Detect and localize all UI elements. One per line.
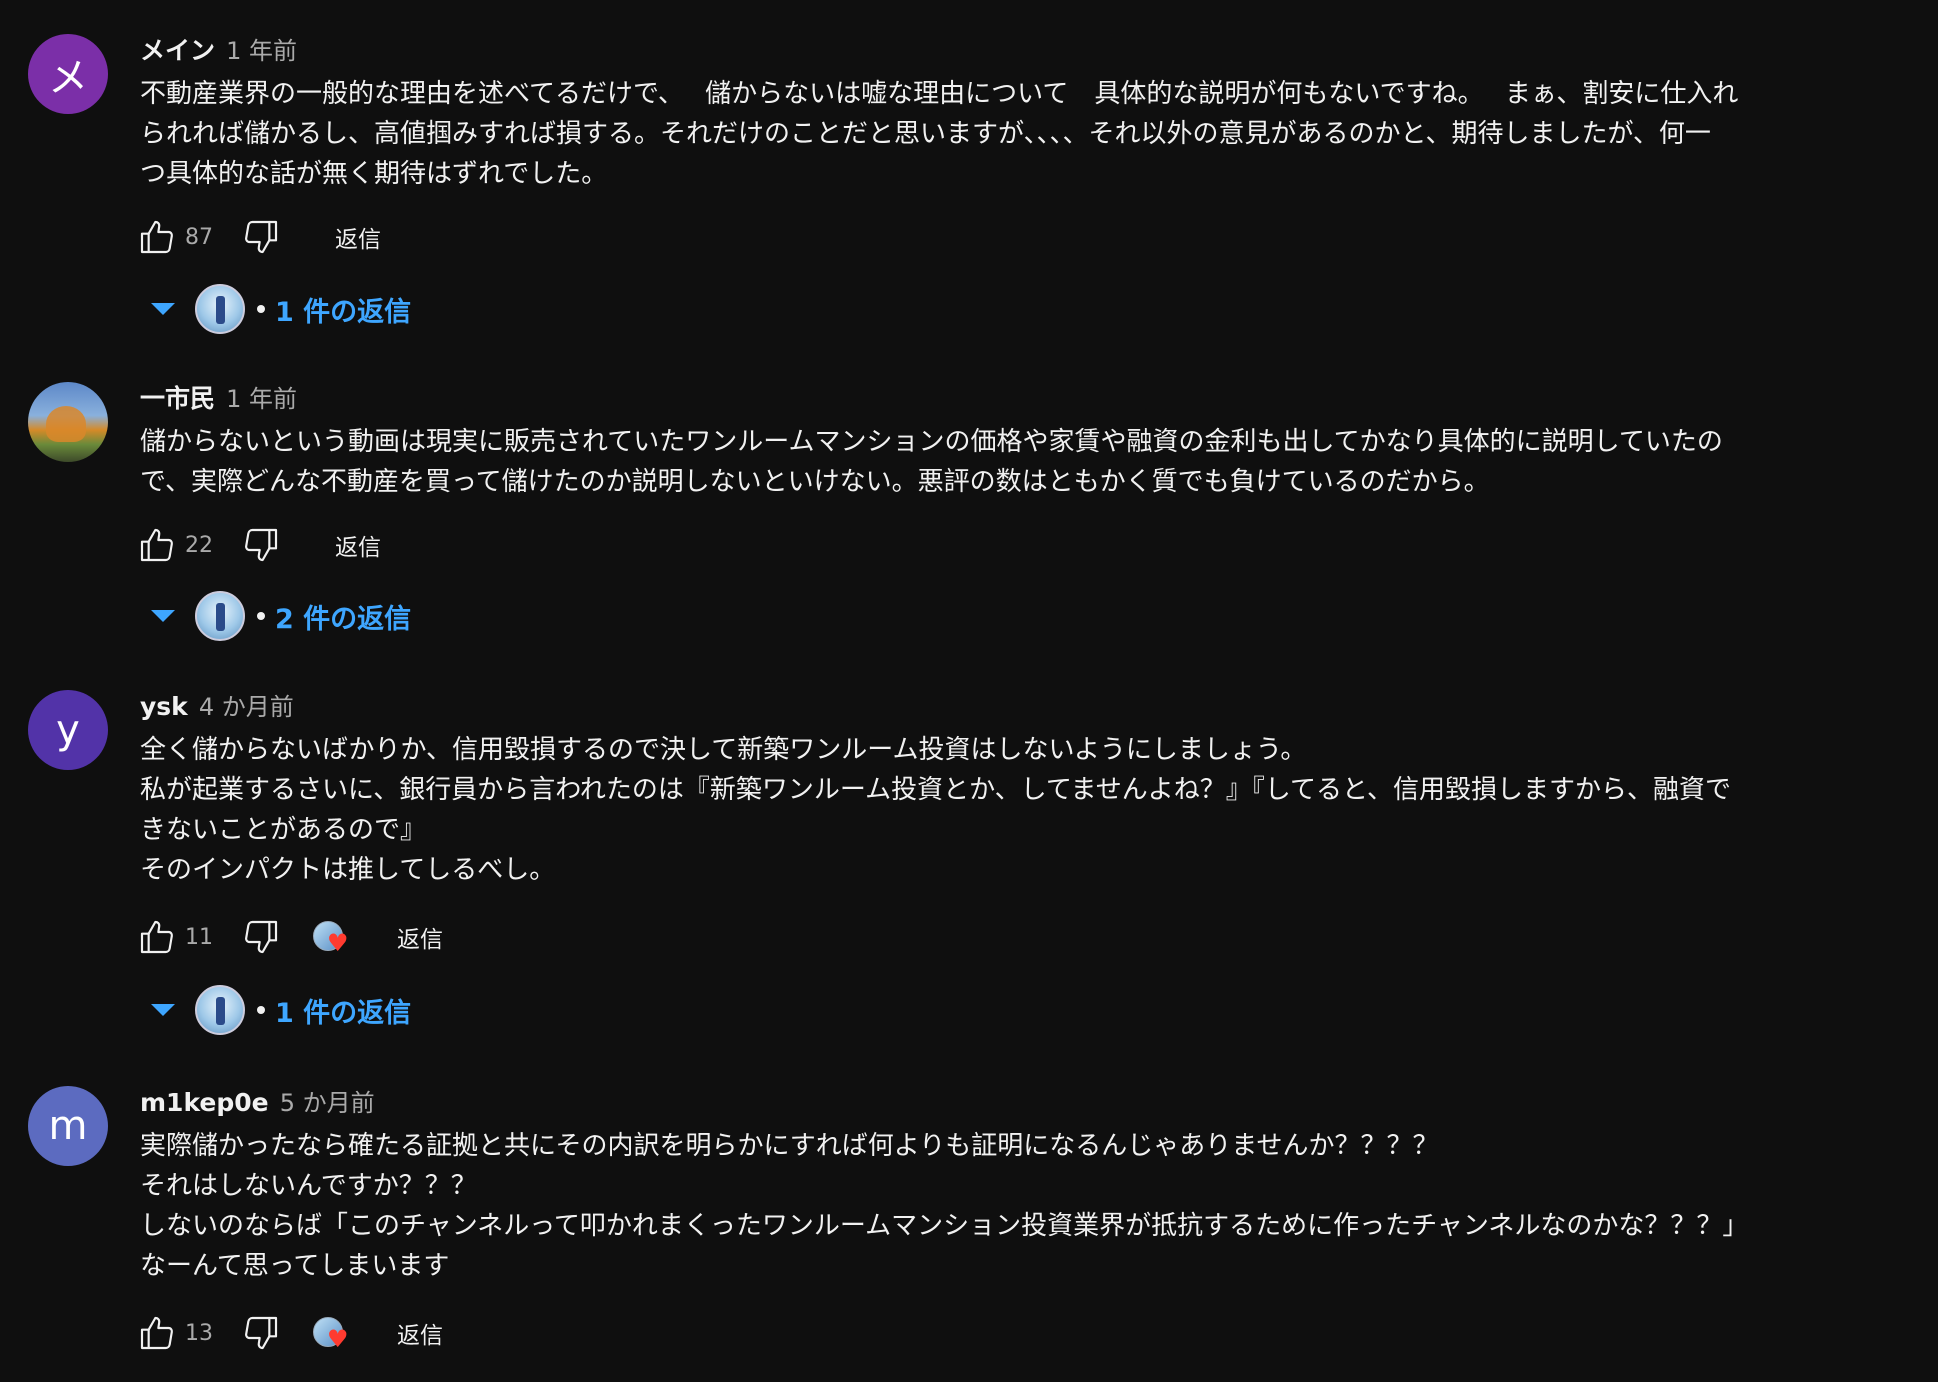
- comment-actions: 11 ♥ 返信: [135, 912, 443, 962]
- comment-body: 一市民 1 年前 儲からないという動画は現実に販売されていたワンルームマンション…: [140, 382, 1880, 502]
- creator-avatar: [195, 591, 245, 641]
- author-name[interactable]: ysk: [140, 692, 188, 721]
- avatar[interactable]: メ: [28, 34, 108, 114]
- heart-icon: ♥: [327, 929, 349, 957]
- avatar-letter: m: [48, 1103, 88, 1149]
- thumbs-down-icon: [245, 1316, 278, 1350]
- replies-count: 1 件の返信: [275, 296, 412, 328]
- like-button[interactable]: [135, 215, 179, 259]
- separator-dot: [257, 1006, 265, 1014]
- creator-heart: ♥: [309, 915, 357, 959]
- view-replies-button[interactable]: 1 件の返信: [145, 984, 411, 1036]
- comment-header: ysk 4 か月前: [140, 690, 1880, 724]
- thumbs-up-icon: [140, 528, 173, 562]
- like-count: 87: [185, 224, 213, 250]
- comment-actions: 87 返信: [135, 212, 381, 262]
- view-replies-button[interactable]: 2 件の返信: [145, 590, 411, 642]
- view-replies-button[interactable]: 1 件の返信: [145, 283, 411, 335]
- reply-button[interactable]: 返信: [335, 220, 381, 254]
- creator-heart: ♥: [309, 1311, 357, 1355]
- creator-avatar: [195, 284, 245, 334]
- author-name[interactable]: m1kep0e: [140, 1088, 269, 1117]
- comment-time[interactable]: 1 年前: [226, 385, 297, 413]
- comment-time[interactable]: 5 か月前: [280, 1089, 375, 1117]
- comment-body: m1kep0e 5 か月前 実際儲かったなら確たる証拠と共にその内訳を明らかにす…: [140, 1086, 1880, 1286]
- author-name[interactable]: メイン: [140, 36, 215, 65]
- avatar-letter: メ: [48, 55, 88, 101]
- creator-avatar: [195, 985, 245, 1035]
- reply-button[interactable]: 返信: [397, 920, 443, 954]
- author-name[interactable]: 一市民: [140, 384, 215, 413]
- avatar[interactable]: m: [28, 1086, 108, 1166]
- like-button[interactable]: [135, 1311, 179, 1355]
- comment-header: m1kep0e 5 か月前: [140, 1086, 1880, 1120]
- comment-text: 実際儲かったなら確たる証拠と共にその内訳を明らかにすれば何よりも証明になるんじゃ…: [140, 1131, 1749, 1281]
- caret-down-icon: [145, 291, 181, 327]
- separator-dot: [257, 612, 265, 620]
- thumbs-down-icon: [245, 528, 278, 562]
- comments-section: メ メイン 1 年前 不動産業界の一般的な理由を述べてるだけで、 儲からないは嘘…: [0, 0, 1938, 1382]
- comment-time[interactable]: 1 年前: [226, 37, 297, 65]
- heart-icon: ♥: [327, 1325, 349, 1353]
- like-button[interactable]: [135, 523, 179, 567]
- avatar[interactable]: y: [28, 690, 108, 770]
- dislike-button[interactable]: [239, 215, 283, 259]
- like-count: 22: [185, 532, 213, 558]
- comment-header: メイン 1 年前: [140, 34, 1880, 68]
- dislike-button[interactable]: [239, 1311, 283, 1355]
- dislike-button[interactable]: [239, 523, 283, 567]
- comment-text: 儲からないという動画は現実に販売されていたワンルームマンションの価格や家賃や融資…: [140, 427, 1723, 497]
- replies-count: 2 件の返信: [275, 603, 412, 635]
- like-button[interactable]: [135, 915, 179, 959]
- thumbs-down-icon: [245, 220, 278, 254]
- like-count: 13: [185, 1320, 213, 1346]
- separator-dot: [257, 305, 265, 313]
- comment-text: 不動産業界の一般的な理由を述べてるだけで、 儲からないは嘘な理由について 具体的…: [140, 79, 1739, 189]
- thumbs-up-icon: [140, 1316, 173, 1350]
- thumbs-up-icon: [140, 920, 173, 954]
- comment-time[interactable]: 4 か月前: [199, 693, 294, 721]
- avatar-letter: y: [56, 707, 80, 753]
- caret-down-icon: [145, 992, 181, 1028]
- dislike-button[interactable]: [239, 915, 283, 959]
- like-count: 11: [185, 924, 213, 950]
- thumbs-up-icon: [140, 220, 173, 254]
- reply-button[interactable]: 返信: [397, 1316, 443, 1350]
- comment-actions: 13 ♥ 返信: [135, 1308, 443, 1358]
- caret-down-icon: [145, 598, 181, 634]
- comment-text: 全く儲からないばかりか、信用毀損するので決して新築ワンルーム投資はしないようにし…: [140, 735, 1731, 885]
- comment-body: ysk 4 か月前 全く儲からないばかりか、信用毀損するので決して新築ワンルーム…: [140, 690, 1880, 890]
- thumbs-down-icon: [245, 920, 278, 954]
- reply-button[interactable]: 返信: [335, 528, 381, 562]
- comment-body: メイン 1 年前 不動産業界の一般的な理由を述べてるだけで、 儲からないは嘘な理…: [140, 34, 1880, 194]
- comment-header: 一市民 1 年前: [140, 382, 1880, 416]
- comment-actions: 22 返信: [135, 520, 381, 570]
- replies-count: 1 件の返信: [275, 997, 412, 1029]
- avatar[interactable]: [28, 382, 108, 462]
